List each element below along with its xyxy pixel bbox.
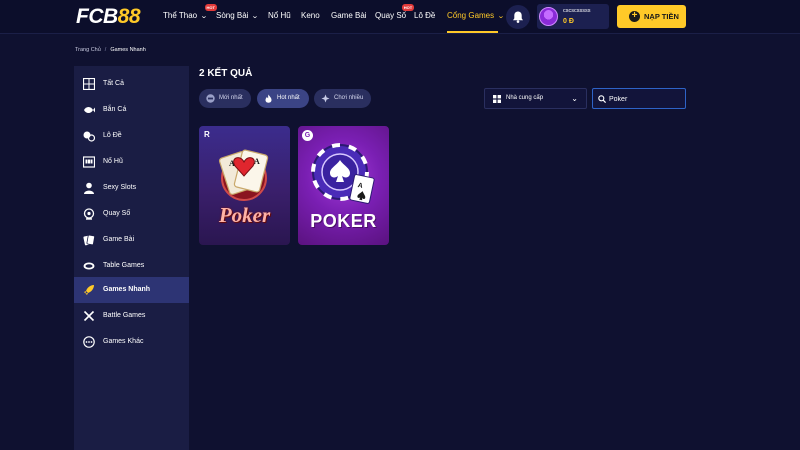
top-navbar: FCB88 Thể Thao ⌄ HOT Sòng Bài ⌄ Nổ Hũ Keno… <box>0 0 800 34</box>
nav-quay-so[interactable]: Quay Số HOT <box>375 4 415 21</box>
cards-icon <box>83 234 95 246</box>
search-box[interactable] <box>592 88 686 109</box>
sidebar-item-battle-games[interactable]: Battle Games <box>74 303 189 329</box>
chevron-down-icon: ⌄ <box>251 13 260 20</box>
hot-badge: HOT <box>204 4 217 11</box>
sidebar-item-sexy-slots[interactable]: Sexy Slots <box>74 175 189 201</box>
user-account-box[interactable]: cscscsssss 0 Đ <box>537 4 609 29</box>
swords-icon <box>83 310 95 322</box>
chevron-down-icon: ⌄ <box>200 13 208 20</box>
active-nav-underline <box>447 31 498 33</box>
sort-most-played-button[interactable]: Chơi nhiều <box>314 89 371 108</box>
chevron-down-icon: ⌄ <box>497 13 505 20</box>
plus-icon: + <box>629 11 640 22</box>
nav-no-hu[interactable]: Nổ Hũ <box>268 11 291 21</box>
sidebar-item-lo-de[interactable]: Lô Đề <box>74 123 189 149</box>
logo[interactable]: FCB88 <box>76 6 141 27</box>
table-icon <box>83 262 95 270</box>
game-card-poker-2[interactable]: G A POKER <box>298 126 389 245</box>
sidebar-item-games-khac[interactable]: Games Khác <box>74 329 189 355</box>
sidebar-item-game-bai[interactable]: Game Bài <box>74 227 189 253</box>
game-title: Poker <box>218 203 271 227</box>
nav-cong-games[interactable]: Cổng Games ⌄ <box>447 11 505 22</box>
fish-icon <box>84 107 95 113</box>
gamepad-icon <box>321 94 330 103</box>
rocket-icon <box>84 285 94 295</box>
game-title: POKER <box>310 211 377 231</box>
nav-lo-de[interactable]: Lô Đề <box>414 11 435 21</box>
sidebar-item-no-hu[interactable]: Nổ Hũ <box>74 149 189 175</box>
deposit-button[interactable]: + NẠP TIỀN <box>617 5 686 28</box>
nav-the-thao[interactable]: Thể Thao ⌄ HOT <box>163 4 217 22</box>
grid-icon <box>493 95 501 103</box>
more-icon <box>83 336 95 348</box>
chevron-down-icon: ⌄ <box>571 94 578 103</box>
bell-icon <box>513 11 523 23</box>
avatar[interactable] <box>539 7 558 26</box>
sidebar-item-tat-ca[interactable]: Tất Cả <box>74 71 189 97</box>
sidebar-item-ban-ca[interactable]: Bắn Cá <box>74 97 189 123</box>
sidebar-item-table-games[interactable]: Table Games <box>74 253 189 279</box>
provider-select[interactable]: Nhà cung cấp ⌄ <box>484 88 587 109</box>
game-card-poker-1[interactable]: R A A Poker <box>199 126 290 245</box>
nav-keno[interactable]: Keno <box>301 11 320 21</box>
search-input[interactable] <box>609 93 681 105</box>
flame-icon <box>265 94 272 103</box>
nav-song-bai[interactable]: Sòng Bài ⌄ <box>216 11 260 22</box>
search-icon <box>598 95 606 103</box>
lottery-balls-icon <box>83 131 95 142</box>
poker-cards-artwork: A A <box>218 149 269 201</box>
poker-chip-artwork: A <box>311 143 375 204</box>
sort-newest-button[interactable]: Mới nhất <box>199 89 251 108</box>
dealer-icon <box>84 182 94 194</box>
breadcrumb-current: Games Nhanh <box>110 47 146 53</box>
sidebar-item-games-nhanh[interactable]: Games Nhanh <box>74 277 189 303</box>
svg-text:A: A <box>254 157 260 166</box>
category-sidebar: Tất Cả Bắn Cá Lô Đề Nổ Hũ Sexy Slots Qua… <box>74 66 189 450</box>
breadcrumb: Trang Chủ / Games Nhanh <box>75 47 146 53</box>
grid-icon <box>83 78 95 90</box>
provider-badge: R <box>204 130 210 139</box>
username: cscscsssss <box>563 8 591 14</box>
sort-hottest-button[interactable]: Hot nhất <box>257 89 309 108</box>
lottery-draw-icon <box>83 208 95 220</box>
slot-machine-icon <box>83 156 95 168</box>
breadcrumb-home[interactable]: Trang Chủ <box>75 47 101 53</box>
balance: 0 Đ <box>563 18 574 25</box>
nav-game-bai[interactable]: Game Bài <box>331 11 367 21</box>
sidebar-item-quay-so[interactable]: Quay Số <box>74 201 189 227</box>
notification-button[interactable] <box>506 5 530 29</box>
svg-text:A: A <box>229 159 235 168</box>
results-count: 2 KẾT QUẢ <box>199 68 253 79</box>
new-icon <box>206 94 215 103</box>
hot-badge: HOT <box>401 4 415 11</box>
